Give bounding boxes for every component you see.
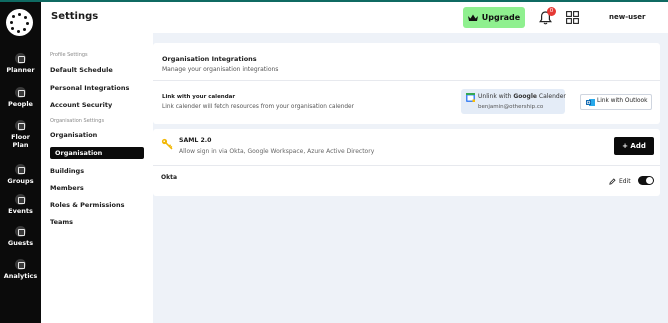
saml-card: SAML 2.0 Allow sign in via Okta, Google … [153,129,660,196]
google-calendar-icon [466,93,475,102]
notification-badge: 0 [547,7,556,16]
add-saml-button[interactable]: + Add [614,137,654,155]
nav-item-organisation-integrations[interactable]: Organisation Integrations [50,147,144,169]
floor-plan-icon [15,120,26,131]
settings-nav: Profile Settings Default Schedule Person… [41,33,153,323]
divider [153,165,660,166]
rail-item-analytics[interactable]: Analytics [0,259,41,280]
top-header: Settings Upgrade 0 new-user [41,2,668,33]
nav-item-personal-integrations[interactable]: Personal Integrations [50,84,129,92]
rail-item-events[interactable]: Events [0,194,41,215]
app-rail: Planner People Floor Plan Groups Events … [0,2,41,323]
section-subtitle: Manage your organisation integrations [162,66,279,73]
linked-email: benjamin@othership.co [478,104,544,110]
nav-section-profile: Profile Settings [50,52,88,58]
edit-okta-button[interactable]: Edit [609,176,631,186]
upgrade-button[interactable]: Upgrade [463,7,525,28]
nav-item-organisation[interactable]: Organisation [50,131,97,139]
pencil-icon [609,177,616,185]
section-title: Organisation Integrations [162,55,257,63]
nav-item-teams[interactable]: Teams [50,218,73,226]
okta-provider-label: Okta [161,174,178,181]
apps-grid-icon[interactable] [566,11,579,24]
link-outlook-button[interactable]: Link with Outlook [580,94,652,110]
groups-icon [15,164,26,175]
events-icon [15,194,26,205]
unlink-google-calendar-button[interactable]: Unlink with Google Calender benjamin@oth… [461,89,566,114]
crown-icon [467,14,478,21]
key-icon [161,138,173,150]
integrations-card: Organisation Integrations Manage your or… [153,43,660,124]
saml-subtitle: Allow sign in via Okta, Google Workspace… [179,148,375,155]
guests-icon [15,226,26,237]
saml-title: SAML 2.0 [179,137,212,144]
page-title: Settings [51,11,99,22]
rail-item-people[interactable]: People [0,87,41,108]
nav-section-organisation: Organisation Settings [50,118,105,124]
nav-item-roles-permissions[interactable]: Roles & Permissions [50,201,124,209]
rail-item-floor-plan[interactable]: Floor Plan [0,120,41,149]
okta-enabled-toggle[interactable] [638,176,654,185]
divider [153,80,660,81]
people-icon [15,87,26,98]
nav-item-default-schedule[interactable]: Default Schedule [50,66,113,74]
username[interactable]: new-user [609,13,645,21]
logo-icon[interactable] [6,9,33,36]
rail-item-guests[interactable]: Guests [0,226,41,247]
analytics-icon [15,259,26,270]
calendar-title: Link with your calendar [162,94,236,100]
calendar-description: Link calender will fetch resources from … [162,104,355,110]
nav-item-account-security[interactable]: Account Security [50,101,112,109]
nav-item-members[interactable]: Members [50,184,84,192]
unlink-label: Unlink with Google Calender [478,93,566,100]
rail-item-groups[interactable]: Groups [0,164,41,185]
nav-item-buildings[interactable]: Buildings [50,167,84,175]
rail-item-planner[interactable]: Planner [0,53,41,74]
planner-icon [15,53,26,64]
outlook-icon [586,99,595,106]
